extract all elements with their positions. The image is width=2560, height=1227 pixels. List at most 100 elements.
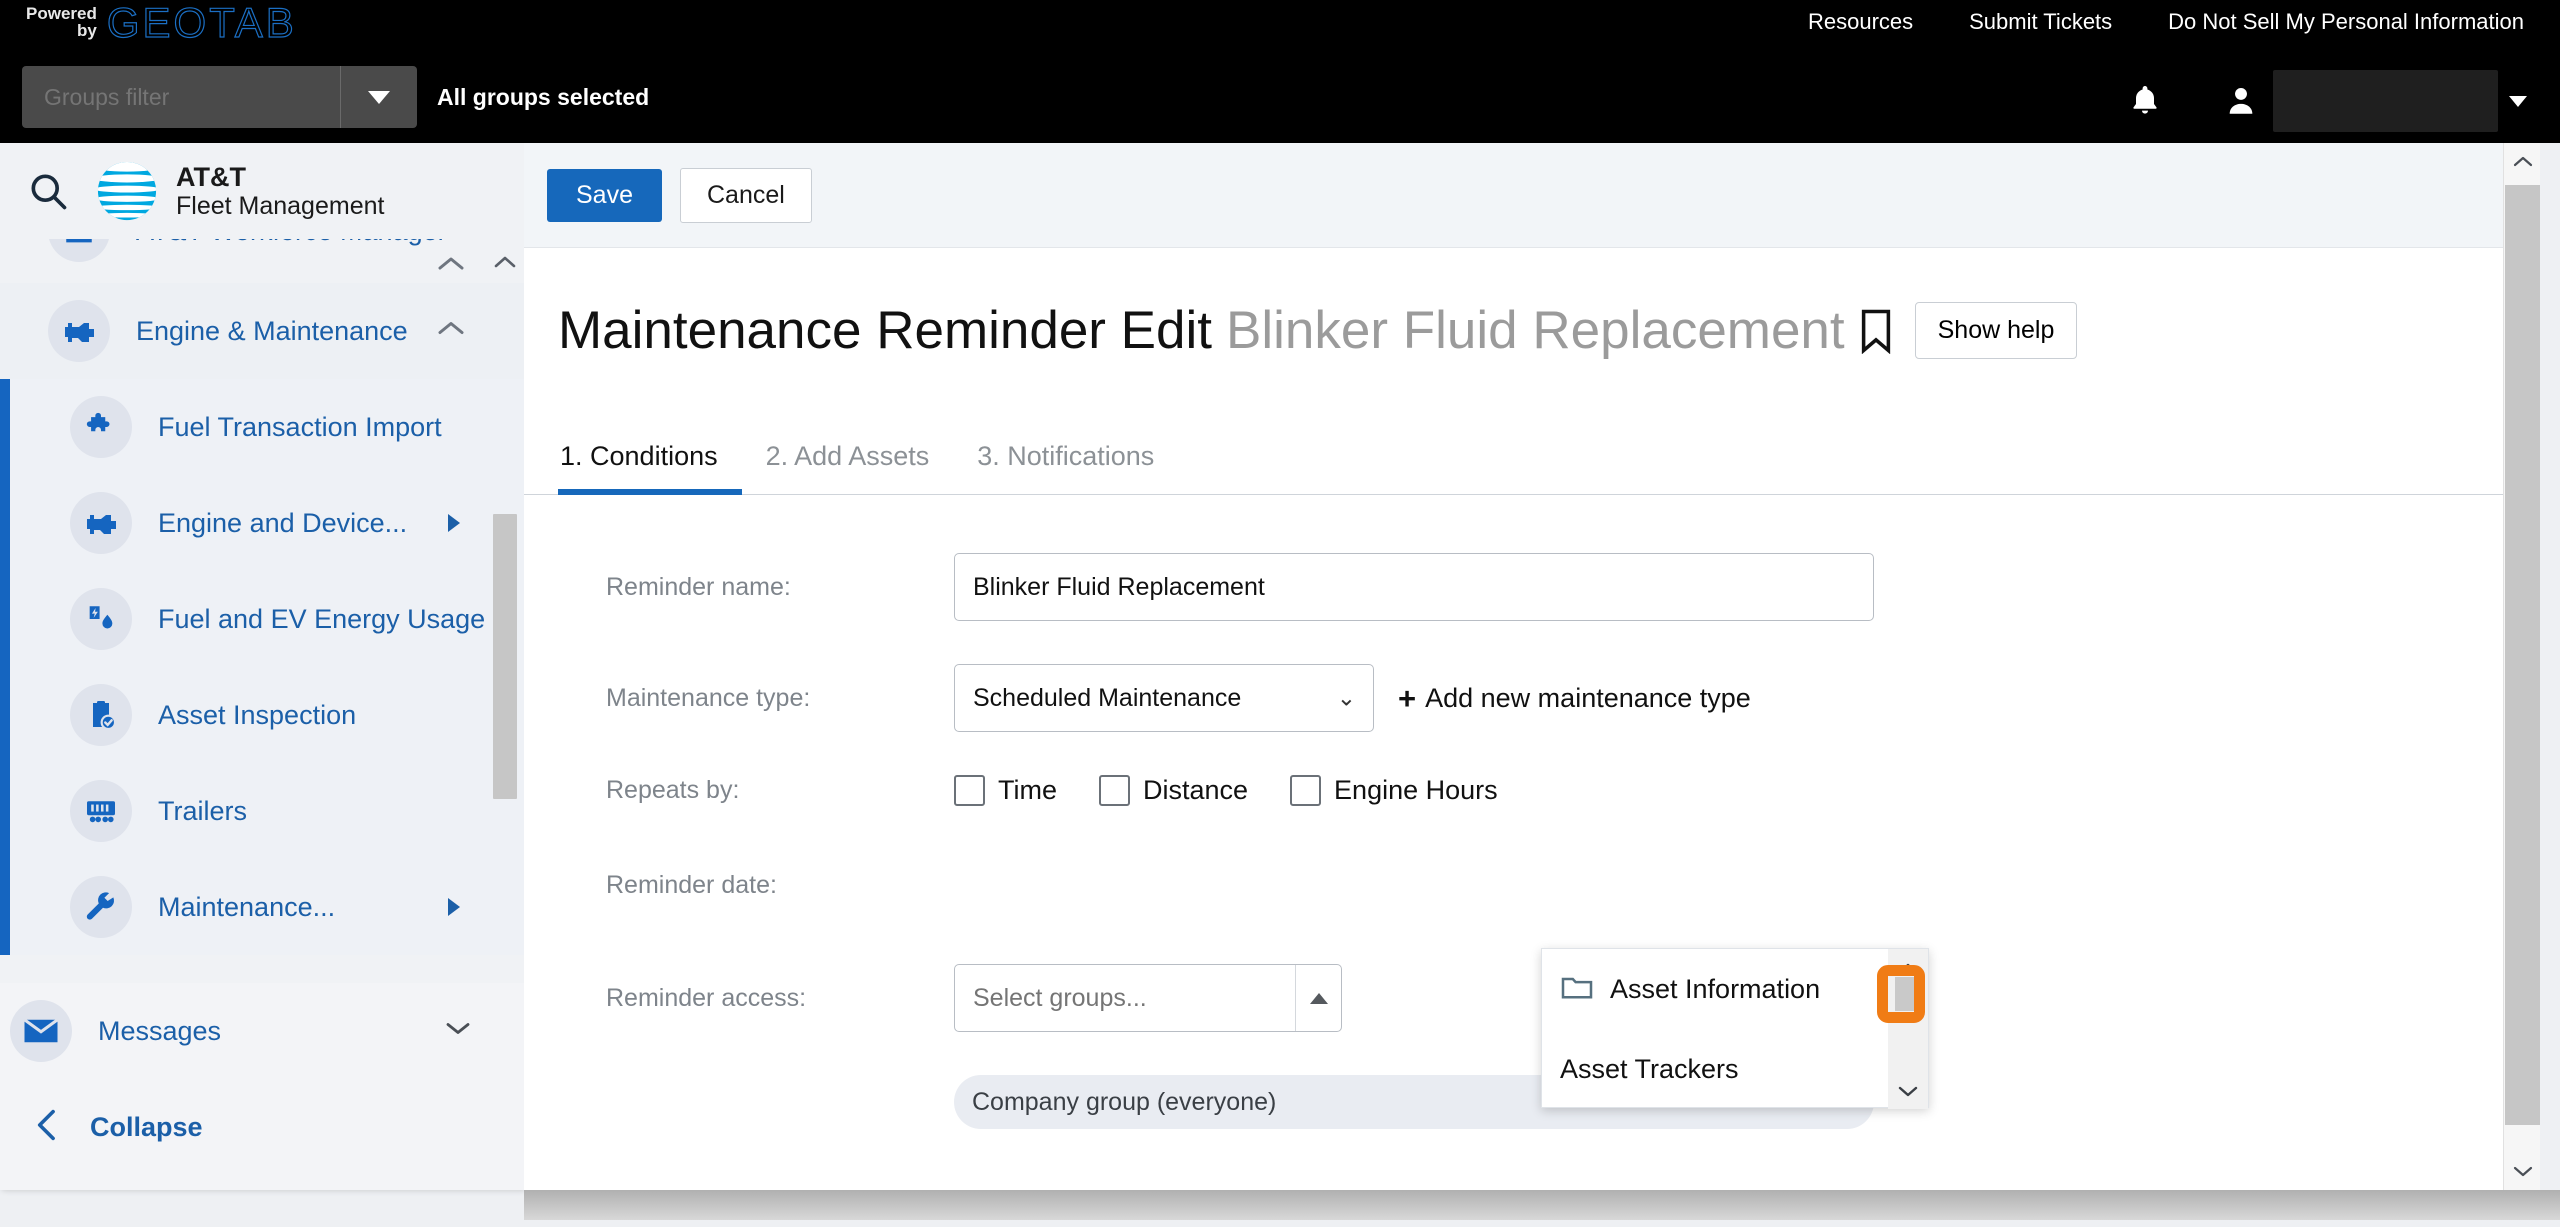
plus-icon: +: [1398, 680, 1417, 716]
sidebar-item-trailers[interactable]: Trailers: [10, 763, 524, 859]
reminder-name-input[interactable]: [954, 553, 1874, 621]
main-scroll-down-arrow[interactable]: [2504, 1153, 2540, 1190]
dropdown-scroll-down-arrow[interactable]: [1897, 1072, 1919, 1109]
sidebar-item-messages[interactable]: Messages: [0, 983, 524, 1079]
main-toolbar: Save Cancel: [524, 143, 2540, 248]
checkbox-distance[interactable]: [1099, 775, 1130, 806]
repeats-by-time[interactable]: Time: [954, 775, 1057, 806]
tab-conditions[interactable]: 1. Conditions: [558, 441, 742, 495]
sidebar-item-engine-maintenance[interactable]: Engine & Maintenance: [0, 283, 524, 379]
sidebar-item-label: Engine & Maintenance: [136, 315, 408, 346]
sidebar-item-label: Fuel and EV Energy Usage: [158, 603, 486, 634]
add-new-maintenance-type-label: Add new maintenance type: [1425, 682, 1751, 713]
tab-add-assets[interactable]: 2. Add Assets: [764, 441, 954, 494]
groups-select[interactable]: [954, 964, 1342, 1032]
dropdown-scrollbar-thumb[interactable]: [1895, 977, 1921, 1011]
sidebar-item-maintenance[interactable]: Maintenance...: [10, 859, 524, 955]
checkbox-engine-hours-label: Engine Hours: [1334, 775, 1498, 805]
groups-filter[interactable]: [22, 66, 417, 128]
field-row-repeats-by: Repeats by: Time Distance Engine Hours: [524, 775, 2540, 806]
sidebar-item-fuel-transaction-import[interactable]: Fuel Transaction Import: [10, 379, 524, 475]
clipboard-check-icon: [70, 684, 132, 746]
sidebar-item-engine-and-device[interactable]: Engine and Device...: [10, 475, 524, 571]
cancel-button[interactable]: Cancel: [679, 167, 812, 223]
checkbox-engine-hours[interactable]: [1290, 775, 1322, 806]
top-right-cluster: [2115, 70, 2538, 132]
groups-dropdown-panel[interactable]: Asset Information Asset Trackers: [1541, 948, 1929, 1109]
sidebar-item-fuel-ev-energy-usage[interactable]: Fuel and EV Energy Usage: [10, 571, 524, 667]
groups-filter-input[interactable]: [22, 83, 340, 111]
dropdown-scrollbar[interactable]: [1888, 949, 1928, 1109]
main-panel: Save Cancel Maintenance Reminder Edit Bl…: [524, 143, 2540, 1190]
dropdown-item-asset-information[interactable]: Asset Information: [1542, 949, 1928, 1029]
att-brand-line2: Fleet Management: [176, 192, 385, 221]
sidebar-subgroup-engine-maintenance: Fuel Transaction Import Engine and Devic…: [0, 379, 524, 955]
nav-resources[interactable]: Resources: [1808, 9, 1913, 35]
field-row-maintenance-type: Maintenance type: Scheduled Maintenance …: [524, 664, 2540, 732]
bookmark-icon[interactable]: [1859, 308, 1893, 354]
tab-notifications[interactable]: 3. Notifications: [975, 441, 1178, 494]
chevron-up-icon[interactable]: [436, 255, 466, 278]
sidebar-item-label: Asset Inspection: [158, 699, 357, 730]
main-scrollbar-thumb[interactable]: [2505, 185, 2540, 1125]
dropdown-item-asset-trackers[interactable]: Asset Trackers: [1542, 1029, 1928, 1109]
att-globe-logo: [97, 161, 157, 221]
att-brand-text: AT&T Fleet Management: [176, 162, 384, 220]
sidebar-scrollbar-thumb[interactable]: [493, 514, 517, 799]
bell-icon[interactable]: [2115, 73, 2175, 129]
main-scroll-up-arrow[interactable]: [2504, 143, 2540, 180]
chevron-right-icon[interactable]: [448, 514, 460, 532]
add-new-maintenance-type-button[interactable]: + Add new maintenance type: [1398, 683, 1751, 714]
powered-by-geotab: Powered by GEOTAB: [26, 0, 297, 46]
user-name-chip[interactable]: [2273, 70, 2498, 132]
sidebar-footer: Messages Collapse: [0, 983, 524, 1190]
sidebar-scrollbar[interactable]: [492, 239, 518, 1079]
maintenance-type-select[interactable]: Scheduled Maintenance: [954, 664, 1374, 732]
groups-select-toggle[interactable]: [1295, 965, 1341, 1031]
chevron-down-icon[interactable]: [444, 1021, 472, 1042]
conditions-form: Reminder name: Maintenance type: Schedul…: [524, 495, 2540, 1129]
sidebar-item-label: Messages: [98, 1015, 222, 1046]
maintenance-type-select-wrap: Scheduled Maintenance ⌄: [954, 664, 1374, 732]
top-black-bar: Powered by GEOTAB Resources Submit Ticke…: [0, 0, 2560, 143]
person-icon[interactable]: [2213, 73, 2269, 129]
main-scrollbar[interactable]: [2503, 143, 2540, 1190]
all-groups-status: All groups selected: [437, 84, 650, 110]
search-icon[interactable]: [0, 169, 96, 213]
geotab-logo: GEOTAB: [106, 0, 297, 46]
checkbox-time[interactable]: [954, 775, 985, 806]
save-button[interactable]: Save: [547, 168, 662, 222]
app-body: AT&T Fleet Management AT&T Workforce Man…: [0, 143, 2560, 1227]
nav-do-not-sell[interactable]: Do Not Sell My Personal Information: [2168, 9, 2524, 35]
dropdown-item-label: Asset Information: [1610, 973, 1821, 1004]
page-title: Maintenance Reminder Edit: [558, 301, 1213, 360]
page-subtitle: Blinker Fluid Replacement: [1226, 301, 1845, 360]
sidebar-item-label: Fuel Transaction Import: [158, 411, 442, 442]
checkbox-time-label: Time: [998, 775, 1057, 805]
page-bottom-shadow: [524, 1190, 2560, 1220]
sidebar-item-asset-inspection[interactable]: Asset Inspection: [10, 667, 524, 763]
sidebar-scroll-up-arrow[interactable]: [492, 247, 518, 277]
chevron-right-icon[interactable]: [448, 898, 460, 916]
field-row-reminder-date: Reminder date:: [524, 849, 2540, 921]
repeats-by-checkbox-group: Time Distance Engine Hours: [954, 775, 1540, 806]
sidebar-collapse-button[interactable]: Collapse: [0, 1079, 524, 1175]
groups-filter-row: All groups selected: [0, 56, 2560, 136]
sidebar-header: AT&T Fleet Management: [0, 143, 524, 239]
repeats-by-distance[interactable]: Distance: [1099, 775, 1248, 806]
maintenance-type-label: Maintenance type:: [606, 683, 811, 712]
groups-select-input[interactable]: [955, 983, 1295, 1013]
workforce-icon: [48, 239, 110, 262]
repeats-by-engine-hours[interactable]: Engine Hours: [1290, 775, 1498, 806]
chevron-left-icon: [34, 1108, 60, 1147]
user-menu-caret[interactable]: [2498, 73, 2538, 129]
chevron-up-icon[interactable]: [436, 320, 466, 343]
reminder-access-label: Reminder access:: [606, 983, 807, 1012]
show-help-button[interactable]: Show help: [1914, 302, 2078, 359]
envelope-icon: [10, 1000, 72, 1062]
nav-submit-tickets[interactable]: Submit Tickets: [1969, 9, 2112, 35]
sidebar: AT&T Fleet Management AT&T Workforce Man…: [0, 143, 524, 1190]
groups-filter-caret[interactable]: [340, 66, 417, 128]
sidebar-item-label: AT&T Workforce Manager: [136, 239, 447, 247]
powered-by-line2: by: [77, 21, 97, 40]
